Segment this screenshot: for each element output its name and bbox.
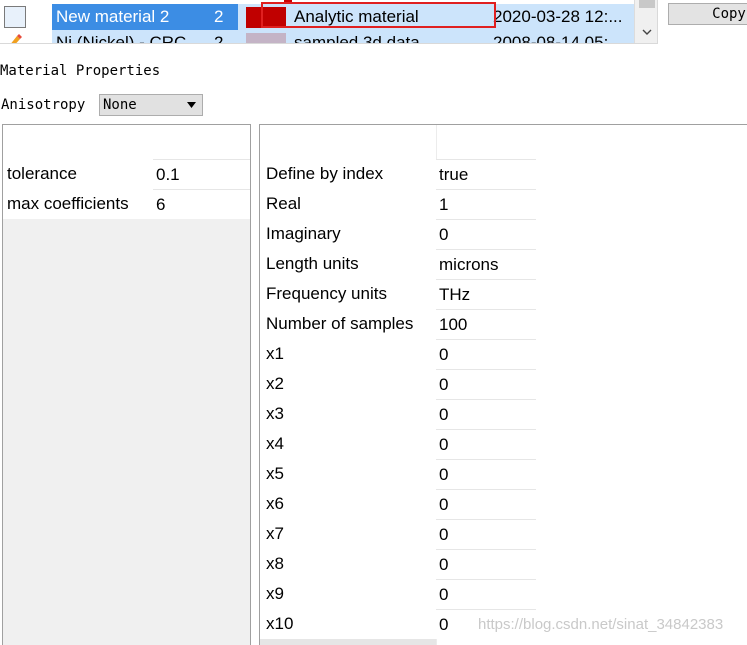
property-value[interactable]: 0: [436, 219, 536, 249]
material-name: New material 2: [56, 7, 170, 26]
table-row[interactable]: tolerance 0.1: [3, 159, 250, 189]
material-row[interactable]: Ni (Nickel) - CRC 2 sampled 3d data 2008…: [0, 30, 634, 44]
property-value[interactable]: 0: [436, 339, 536, 369]
property-key: x2: [260, 369, 436, 399]
material-id: 2: [214, 33, 224, 44]
material-color-swatch[interactable]: [246, 33, 286, 43]
watermark: https://blog.csdn.net/sinat_34842383: [478, 616, 724, 633]
table-row[interactable]: Number of samples 100: [260, 309, 536, 339]
property-value[interactable]: 6: [153, 189, 250, 219]
material-date: 2008-08-14 05:: [493, 33, 609, 44]
material-checkbox[interactable]: [4, 6, 26, 28]
property-key: Frequency units: [260, 279, 436, 309]
property-key: x6: [260, 489, 436, 519]
property-key: Define by index: [260, 159, 436, 189]
table-row[interactable]: x1 0: [260, 339, 536, 369]
table-footer: [260, 639, 436, 645]
analytic-settings-table: tolerance 0.1 max coefficients 6: [2, 124, 251, 645]
property-value[interactable]: microns: [436, 249, 536, 279]
table-row[interactable]: max coefficients 6: [3, 189, 250, 219]
table-header-bg: [3, 125, 153, 159]
material-date: 2020-03-28 12:...: [493, 7, 623, 26]
property-key: x7: [260, 519, 436, 549]
pencil-icon: [11, 34, 22, 43]
property-value[interactable]: true: [436, 159, 536, 189]
property-value[interactable]: 0: [436, 429, 536, 459]
property-key: x10: [260, 609, 436, 639]
table-row[interactable]: x4 0: [260, 429, 536, 459]
scrollbar-thumb[interactable]: [639, 0, 655, 8]
property-key: x9: [260, 579, 436, 609]
property-key: Real: [260, 189, 436, 219]
property-value[interactable]: 0: [436, 489, 536, 519]
property-key: x3: [260, 399, 436, 429]
property-value[interactable]: 100: [436, 309, 536, 339]
property-value[interactable]: 0: [436, 399, 536, 429]
property-value[interactable]: 0: [436, 369, 536, 399]
property-key: x5: [260, 459, 436, 489]
table-row[interactable]: x8 0: [260, 549, 536, 579]
property-value[interactable]: THz: [436, 279, 536, 309]
property-key: x8: [260, 549, 436, 579]
property-value[interactable]: 0.1: [153, 159, 250, 189]
property-value[interactable]: 0: [436, 459, 536, 489]
copy-button[interactable]: Copy: [668, 3, 747, 25]
material-type: sampled 3d data: [294, 33, 420, 44]
property-key: Length units: [260, 249, 436, 279]
property-key: x1: [260, 339, 436, 369]
table-row[interactable]: Define by index true: [260, 159, 536, 189]
table-row[interactable]: Length units microns: [260, 249, 536, 279]
vertical-scrollbar[interactable]: [634, 0, 657, 43]
anisotropy-select[interactable]: None: [99, 94, 203, 116]
table-row[interactable]: x3 0: [260, 399, 536, 429]
property-key: max coefficients: [3, 189, 153, 219]
property-key: Number of samples: [260, 309, 436, 339]
property-value[interactable]: 1: [436, 189, 536, 219]
material-parameters-table: Define by index true Real 1 Imaginary 0 Length…: [259, 124, 747, 645]
property-value[interactable]: 0: [436, 519, 536, 549]
property-key: Imaginary: [260, 219, 436, 249]
table-row[interactable]: x7 0: [260, 519, 536, 549]
section-title: Material Properties: [0, 63, 161, 79]
anisotropy-value: None: [103, 97, 137, 113]
table-row[interactable]: Frequency units THz: [260, 279, 536, 309]
property-value[interactable]: 0: [436, 549, 536, 579]
table-row[interactable]: x9 0: [260, 579, 536, 609]
table-row[interactable]: x5 0: [260, 459, 536, 489]
chevron-down-icon[interactable]: [642, 27, 652, 37]
table-row[interactable]: Imaginary 0: [260, 219, 536, 249]
material-id: 2: [214, 7, 224, 26]
table-row[interactable]: Real 1: [260, 189, 536, 219]
dropdown-arrow-icon: [187, 102, 196, 108]
annotation-highlight-box: [261, 2, 496, 28]
property-key: x4: [260, 429, 436, 459]
material-list[interactable]: New material 2 2 Analytic material 2020-…: [0, 0, 658, 44]
table-row[interactable]: x6 0: [260, 489, 536, 519]
property-value[interactable]: 0: [436, 579, 536, 609]
table-row[interactable]: x2 0: [260, 369, 536, 399]
anisotropy-label: Anisotropy: [1, 97, 86, 113]
material-name: Ni (Nickel) - CRC: [56, 33, 187, 44]
property-key: tolerance: [3, 159, 153, 189]
